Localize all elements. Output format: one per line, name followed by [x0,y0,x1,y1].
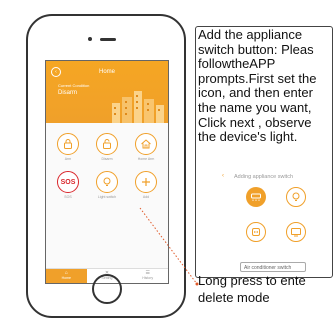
callout-caption: Long press to ente delete mode [198,273,306,305]
